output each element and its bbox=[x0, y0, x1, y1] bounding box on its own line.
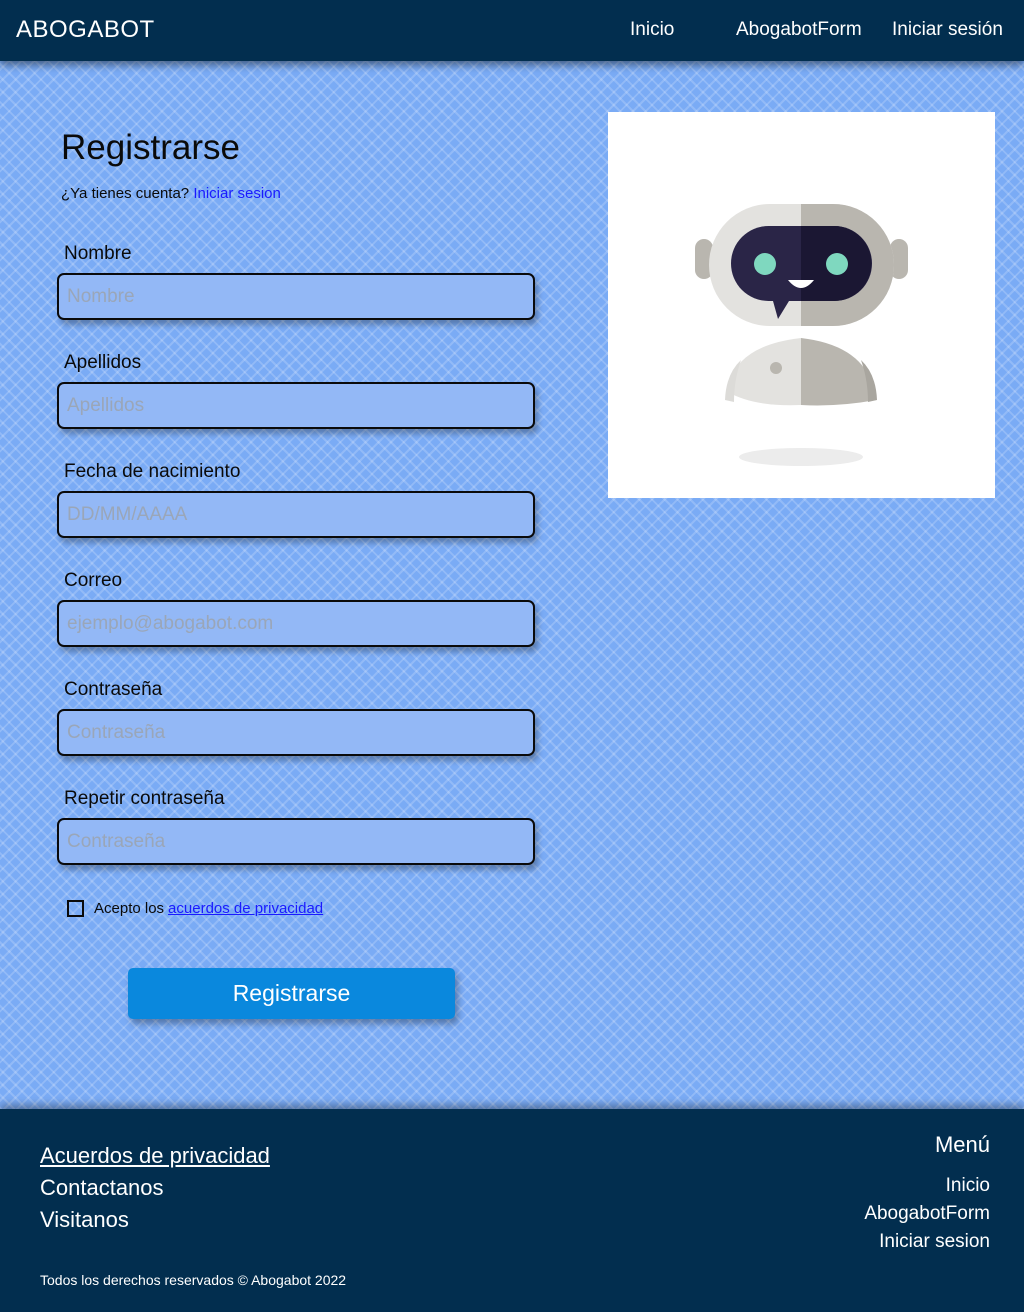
password-input[interactable] bbox=[57, 709, 535, 756]
nav-link-inicio[interactable]: Inicio bbox=[630, 19, 674, 41]
apellidos-label: Apellidos bbox=[64, 352, 142, 373]
robot-icon bbox=[695, 204, 908, 466]
nav-link-iniciar-sesion[interactable]: Iniciar sesión bbox=[892, 19, 1003, 41]
nombre-input[interactable] bbox=[57, 273, 535, 320]
repeat-password-label: Repetir contraseña bbox=[64, 788, 225, 809]
main-content: Registrarse ¿Ya tienes cuenta? Iniciar s… bbox=[0, 61, 1024, 1109]
consent-text: Acepto los bbox=[94, 900, 165, 917]
nav-link-abogabotform[interactable]: AbogabotForm bbox=[736, 19, 862, 41]
privacy-checkbox[interactable] bbox=[67, 900, 84, 917]
login-prompt-text: ¿Ya tienes cuenta? bbox=[61, 185, 190, 202]
nombre-label: Nombre bbox=[64, 243, 132, 264]
footer-menu-heading: Menú bbox=[934, 1132, 990, 1157]
apellidos-input[interactable] bbox=[57, 382, 535, 429]
password-label: Contraseña bbox=[64, 679, 163, 700]
footer-menu-iniciar-sesion[interactable]: Iniciar sesion bbox=[879, 1231, 990, 1253]
birthdate-label: Fecha de nacimiento bbox=[64, 461, 241, 482]
footer-menu-abogabotform[interactable]: AbogabotForm bbox=[864, 1203, 990, 1225]
page-title: Registrarse bbox=[61, 128, 240, 167]
birthdate-input[interactable] bbox=[57, 491, 535, 538]
footer-menu-inicio[interactable]: Inicio bbox=[946, 1175, 990, 1197]
copyright-text: Todos los derechos reservados © Abogabot… bbox=[40, 1272, 347, 1288]
login-prompt: ¿Ya tienes cuenta? Iniciar sesion bbox=[61, 185, 281, 202]
register-button[interactable]: Registrarse bbox=[128, 968, 455, 1019]
privacy-consent: Acepto los acuerdos de privacidad bbox=[67, 900, 323, 917]
repeat-password-input[interactable] bbox=[57, 818, 535, 865]
privacy-agreement-link[interactable]: acuerdos de privacidad bbox=[168, 900, 323, 917]
robot-illustration bbox=[608, 112, 995, 498]
email-label: Correo bbox=[64, 570, 123, 591]
top-navbar: ABOGABOT Inicio AbogabotForm Iniciar ses… bbox=[0, 0, 1024, 61]
email-input[interactable] bbox=[57, 600, 535, 647]
footer-contact-link[interactable]: Contactanos bbox=[40, 1175, 164, 1201]
login-link[interactable]: Iniciar sesion bbox=[193, 185, 281, 202]
brand-logo[interactable]: ABOGABOT bbox=[16, 16, 155, 44]
footer-visit-link[interactable]: Visitanos bbox=[40, 1207, 129, 1233]
page-footer: Acuerdos de privacidad Contactanos Visit… bbox=[0, 1109, 1024, 1312]
footer-privacy-link[interactable]: Acuerdos de privacidad bbox=[40, 1143, 270, 1169]
